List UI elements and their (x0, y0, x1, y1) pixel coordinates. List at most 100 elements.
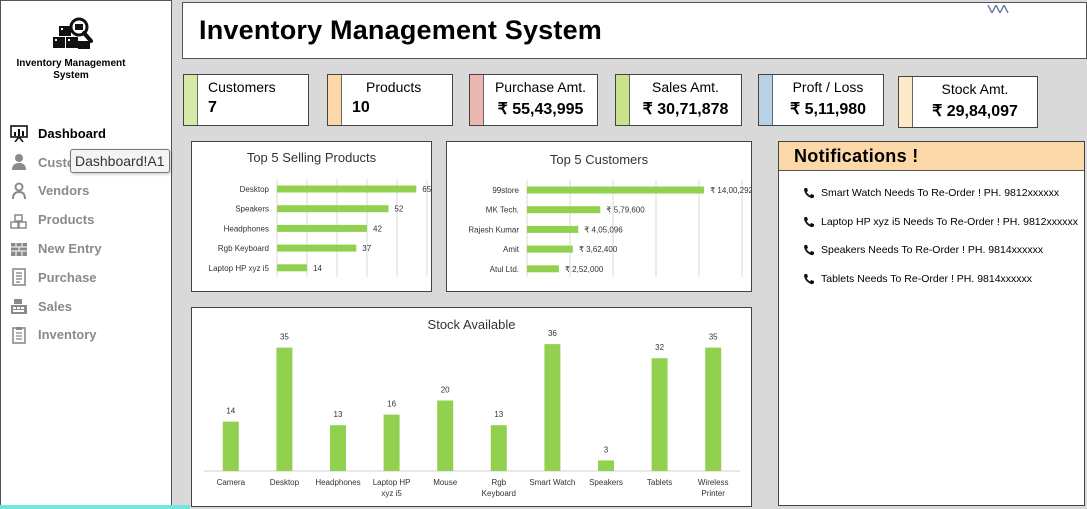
notifications-list: Smart Watch Needs To Re-Order ! PH. 9812… (779, 171, 1084, 293)
category-label: Headphones (224, 224, 269, 233)
notification-text: Laptop HP xyz i5 Needs To Re-Order ! PH.… (821, 215, 1078, 228)
sidebar-item-label: Purchase (38, 269, 97, 285)
bar (277, 205, 389, 213)
phone-icon (804, 216, 814, 227)
data-label: 36 (548, 329, 557, 338)
notification-text: Speakers Needs To Re-Order ! PH. 9814xxx… (821, 244, 1044, 257)
category-label: Smart Watch (529, 478, 575, 487)
clipboard-icon (9, 326, 29, 344)
chart-canvas: 14 Camera 35 Desktop 13 Headphones 16 Laptop HP… (204, 329, 740, 498)
data-label: ₹ 3,62,400 (579, 245, 618, 254)
kpi-value: 7 (208, 99, 217, 116)
bar (598, 460, 614, 471)
phone-icon (804, 273, 814, 284)
category-label: Laptop HP xyz i5 (209, 264, 270, 273)
data-label: 52 (394, 205, 403, 214)
data-label: 3 (604, 445, 609, 454)
vendor-icon (9, 182, 29, 200)
document-icon (9, 268, 29, 287)
decorative-strip (0, 505, 190, 509)
category-label: Wireless Printer (698, 478, 729, 498)
kpi-value: ₹ 5,11,980 (789, 101, 867, 118)
corner-logo-icon (986, 0, 1012, 15)
kpi-stock-amount: Stock Amt. ₹ 29,84,097 (898, 76, 1038, 128)
bar (651, 358, 668, 471)
kpi-profit-loss: Proft / Loss ₹ 5,11,980 (758, 74, 884, 126)
bar (277, 244, 357, 252)
category-label: Mouse (433, 478, 458, 487)
category-label: Desktop (270, 478, 300, 487)
top-selling-products-chart: Top 5 Selling Products Desktop 65 Speakers… (191, 141, 432, 292)
kpi-label: Purchase Amt. (494, 79, 587, 95)
kpi-color-band (759, 75, 773, 125)
brand-name: Inventory Management System (16, 58, 126, 81)
bar (527, 225, 579, 233)
data-label: 16 (387, 400, 396, 409)
kpi-label: Customers (208, 79, 276, 95)
kpi-label: Stock Amt. (941, 81, 1009, 97)
category-label: MK Tech. (486, 206, 519, 215)
sidebar-item-purchase[interactable]: Purchase (9, 263, 106, 292)
category-label: Atul Ltd. (490, 265, 519, 274)
kpi-label: Proft / Loss (792, 79, 864, 95)
data-label: 14 (226, 407, 235, 416)
phone-icon (804, 188, 814, 199)
sidebar: Inventory Management System Dashboard Cu… (0, 0, 172, 507)
data-label: 37 (362, 244, 371, 253)
kpi-color-band (616, 75, 630, 125)
category-label: Rgb Keyboard (218, 244, 269, 253)
kpi-label: Products (366, 79, 422, 95)
sidebar-item-vendors[interactable]: Vendors (9, 177, 106, 206)
kpi-sales-amount: Sales Amt. ₹ 30,71,878 (615, 74, 742, 126)
person-icon (9, 153, 29, 171)
sidebar-item-dashboard[interactable]: Dashboard (9, 119, 106, 148)
data-label: 32 (655, 343, 664, 352)
category-label: Amit (503, 245, 520, 254)
category-label: Speakers (235, 205, 269, 214)
stock-available-chart: Stock Available 14 Camera 35 Desktop 13 Headp… (191, 307, 752, 507)
category-label: Desktop (240, 185, 270, 194)
kpi-value: ₹ 30,71,878 (642, 101, 729, 118)
category-label: Headphones (315, 478, 360, 487)
bar (527, 245, 573, 253)
bar (276, 347, 293, 471)
sidebar-item-label: Inventory (38, 327, 97, 343)
bar (330, 425, 346, 471)
sidebar-item-inventory[interactable]: Inventory (9, 321, 106, 350)
sidebar-item-sales[interactable]: Sales (9, 292, 106, 321)
data-label: 35 (280, 333, 289, 342)
sidebar-item-new-entry[interactable]: New Entry (9, 234, 106, 263)
bar (527, 206, 601, 214)
bar (490, 425, 507, 471)
notifications-title: Notifications ! (779, 142, 1084, 171)
bar (544, 344, 561, 471)
chart-canvas: 99store ₹ 14,00,292 MK Tech. ₹ 5,79,600 Raje… (468, 180, 751, 277)
notification-item: Smart Watch Needs To Re-Order ! PH. 9812… (803, 179, 1084, 208)
kpi-value: ₹ 29,84,097 (932, 103, 1018, 120)
bar (437, 400, 454, 471)
sidebar-item-products[interactable]: Products (9, 205, 106, 234)
notifications-panel: Notifications ! Smart Watch Needs To Re-… (778, 141, 1085, 506)
kpi-value: ₹ 55,43,995 (497, 101, 584, 118)
title-bar: Inventory Management System (182, 2, 1087, 59)
category-label: Camera (217, 478, 246, 487)
chart-canvas: Desktop 65 Speakers 52 Headphones 42 Rgb Keybo… (209, 179, 431, 277)
category-label: Tablets (647, 478, 672, 487)
dashboard-icon (9, 124, 29, 143)
data-label: ₹ 14,00,292 (710, 186, 751, 195)
cell-reference-tooltip: Dashboard!A1 (70, 149, 170, 173)
kpi-value: 10 (352, 99, 370, 116)
data-label: 42 (373, 224, 382, 233)
data-label: 20 (441, 386, 450, 395)
sidebar-item-label: Products (38, 212, 95, 228)
bar (277, 185, 417, 193)
page-title: Inventory Management System (199, 15, 603, 45)
top-customers-chart: Top 5 Customers 99store ₹ 14,00,292 MK Tec… (446, 141, 752, 292)
bar (527, 186, 705, 194)
notification-text: Smart Watch Needs To Re-Order ! PH. 9812… (821, 187, 1060, 200)
brick-icon (9, 240, 29, 258)
kpi-purchase-amount: Purchase Amt. ₹ 55,43,995 (469, 74, 598, 126)
sidebar-item-label: Vendors (38, 183, 90, 199)
cash-register-icon (9, 297, 29, 315)
bar (383, 414, 400, 471)
